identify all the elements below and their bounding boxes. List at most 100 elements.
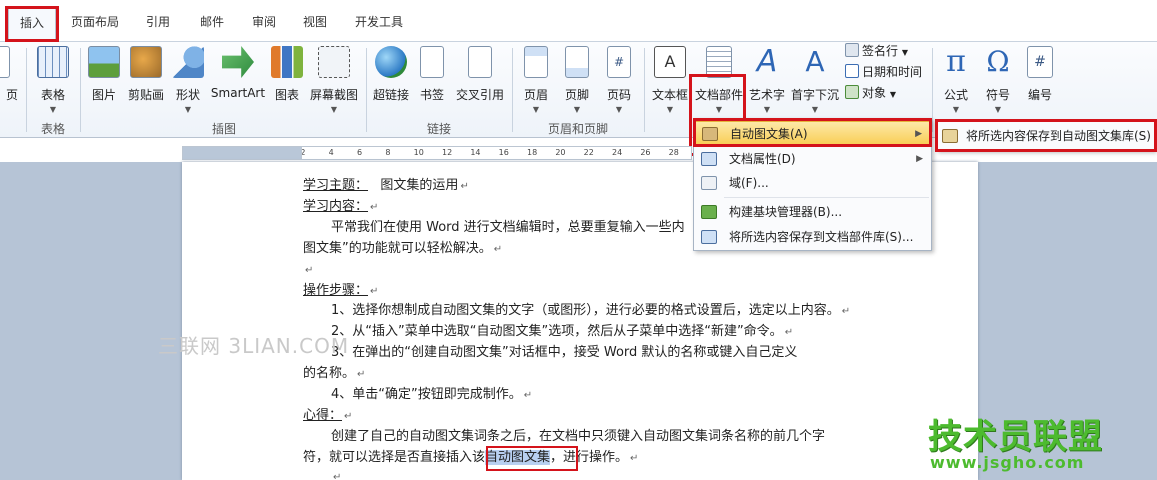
tab-page-layout[interactable]: 页面布局 — [71, 11, 119, 35]
footer-icon — [565, 46, 589, 78]
menu-item-field-label: 域(F)... — [729, 176, 769, 190]
ruler-number: 10 — [413, 148, 424, 157]
topic-label: 学习主题： — [303, 178, 369, 193]
clipart-button[interactable]: 剪贴画 — [125, 46, 167, 130]
equation-button[interactable]: π 公式 ▼ — [936, 46, 976, 130]
doc-line-content-label: 学习内容： ↵ — [303, 198, 378, 217]
page-partial-button[interactable]: 页 — [0, 46, 18, 130]
submenu-item-save-autotext[interactable]: 将所选内容保存到自动图文集库(S) — [938, 124, 1153, 148]
clipart-label: 剪贴画 — [127, 88, 164, 102]
topic-value: 图文集的运用 — [380, 178, 459, 193]
tab-insert[interactable]: 插入 — [8, 7, 56, 43]
paragraph-mark-icon: ↵ — [784, 327, 794, 338]
shapes-button[interactable]: 形状 ▼ — [170, 46, 206, 130]
signature-line-button[interactable]: 签名行 ▼ — [845, 42, 908, 60]
tab-references-label: 引用 — [146, 15, 171, 29]
page-number-button[interactable]: # 页码 ▼ — [601, 46, 637, 130]
smartart-button[interactable]: SmartArt — [210, 46, 266, 130]
paragraph-mark-icon: ↵ — [357, 369, 366, 380]
ruler-number: 6 — [357, 148, 363, 157]
doc-line-p1b: 图文集”的功能就可以轻松解决。 ↵ — [303, 240, 502, 259]
chevron-right-icon: ▶ — [915, 129, 922, 139]
page-number-icon: # — [607, 46, 631, 78]
picture-button[interactable]: 图片 — [86, 46, 122, 130]
screenshot-label: 屏幕截图 — [309, 88, 358, 102]
smartart-label: SmartArt — [210, 86, 266, 100]
tab-references[interactable]: 引用 — [146, 11, 170, 35]
ruler-number: 20 — [555, 148, 566, 157]
hyperlink-button[interactable]: 超链接 — [370, 46, 412, 130]
globe-icon — [375, 46, 407, 78]
object-icon — [845, 85, 859, 99]
chevron-down-icon: ▼ — [952, 105, 960, 114]
doc-line-p1a: 平常我们在使用 Word 进行文档编辑时，总要重复输入一些内 — [331, 219, 685, 237]
menu-item-autotext[interactable]: 自动图文集(A) ▶ — [695, 121, 931, 145]
autotext-submenu: 将所选内容保存到自动图文集库(S) — [936, 121, 1155, 151]
ruler-number: 28 — [668, 148, 679, 157]
bookmark-button[interactable]: 书签 — [414, 46, 450, 130]
menu-item-save-gallery-label: 将所选内容保存到文档部件库(S)... — [729, 230, 914, 244]
symbol-button[interactable]: Ω 符号 ▼ — [978, 46, 1018, 130]
chevron-down-icon: ▼ — [715, 105, 723, 114]
selected-text[interactable]: 自动图文集 — [485, 450, 551, 465]
doc-line-notes-1: 创建了自己的自动图文集词条之后，在文档中只须键入自动图文集词条名称的前几个字 — [331, 428, 825, 446]
chevron-right-icon: ▶ — [916, 154, 923, 164]
paragraph-mark-icon: ↵ — [370, 202, 379, 213]
doc-line-steps-label: 操作步骤： ↵ — [303, 282, 378, 301]
ribbon-tab-bar: 插入 页面布局 引用 邮件 审阅 视图 开发工具 — [0, 0, 1157, 43]
chart-button[interactable]: 图表 — [270, 46, 304, 130]
picture-label: 图片 — [91, 88, 116, 102]
tab-developer[interactable]: 开发工具 — [355, 11, 403, 35]
header-button[interactable]: 页眉 ▼ — [518, 46, 554, 130]
tab-view[interactable]: 视图 — [303, 11, 327, 35]
equation-label: 公式 — [943, 88, 968, 102]
screenshot-button[interactable]: 屏幕截图 ▼ — [306, 46, 362, 130]
ruler-number: 22 — [583, 148, 594, 157]
table-label: 表格 — [40, 88, 65, 102]
chevron-down-icon: ▼ — [330, 105, 338, 114]
hyperlink-label: 超链接 — [372, 88, 409, 102]
table-button[interactable]: 表格 ▼ — [33, 46, 73, 130]
docprop-icon — [701, 152, 717, 166]
quickparts-menu: 自动图文集(A) ▶ 文档属性(D) ▶ 域(F)... 构建基块管理器(B).… — [693, 118, 932, 251]
group-label-table: 表格 — [40, 122, 65, 136]
object-button[interactable]: 对象 ▼ — [845, 84, 896, 102]
dropcap-icon: A — [805, 45, 825, 78]
chevron-down-icon: ▼ — [49, 105, 57, 114]
chevron-down-icon: ▼ — [532, 105, 540, 114]
quickparts-icon — [706, 46, 732, 78]
doc-line-step3b: 的名称。 ↵ — [303, 365, 365, 384]
menu-item-docprop-label: 文档属性(D) — [729, 152, 796, 166]
separator — [366, 48, 367, 132]
shapes-icon — [172, 46, 204, 78]
chevron-down-icon: ▼ — [666, 105, 674, 114]
footer-button[interactable]: 页脚 ▼ — [559, 46, 595, 130]
tab-review[interactable]: 审阅 — [252, 11, 276, 35]
paragraph-1-b: 图文集”的功能就可以轻松解决。 — [303, 241, 492, 256]
page-partial-label: 页 — [5, 88, 18, 102]
ruler-number: 16 — [498, 148, 509, 157]
smartart-icon — [222, 46, 254, 78]
menu-item-save-gallery[interactable]: 将所选内容保存到文档部件库(S)... — [695, 225, 931, 249]
datetime-button[interactable]: 日期和时间 — [845, 63, 922, 81]
autotext-icon — [702, 127, 718, 141]
pi-icon: π — [946, 44, 966, 79]
tab-mailings-label: 邮件 — [200, 15, 225, 29]
paragraph-mark-icon: ↵ — [493, 244, 503, 255]
paragraph-mark-icon: ↵ — [523, 390, 533, 401]
footer-label: 页脚 — [564, 88, 589, 102]
ruler-number: 8 — [385, 148, 391, 157]
symbol-label: 符号 — [985, 88, 1010, 102]
notes-2-a: 符，就可以选择是否直接插入该 — [303, 450, 486, 465]
menu-item-organizer[interactable]: 构建基块管理器(B)... — [695, 200, 931, 224]
tab-developer-label: 开发工具 — [355, 15, 404, 29]
textbox-label: 文本框 — [651, 88, 688, 102]
menu-item-field[interactable]: 域(F)... — [695, 171, 931, 195]
watermark-text: 三联网 3LIAN.COM — [158, 334, 350, 358]
menu-item-docprop[interactable]: 文档属性(D) ▶ — [695, 147, 931, 171]
crossref-button[interactable]: 交叉引用 — [452, 46, 508, 130]
textbox-button[interactable]: A 文本框 ▼ — [650, 46, 690, 130]
chart-label: 图表 — [274, 88, 299, 102]
tab-mailings[interactable]: 邮件 — [200, 11, 224, 35]
number-button[interactable]: # 编号 — [1020, 46, 1060, 130]
